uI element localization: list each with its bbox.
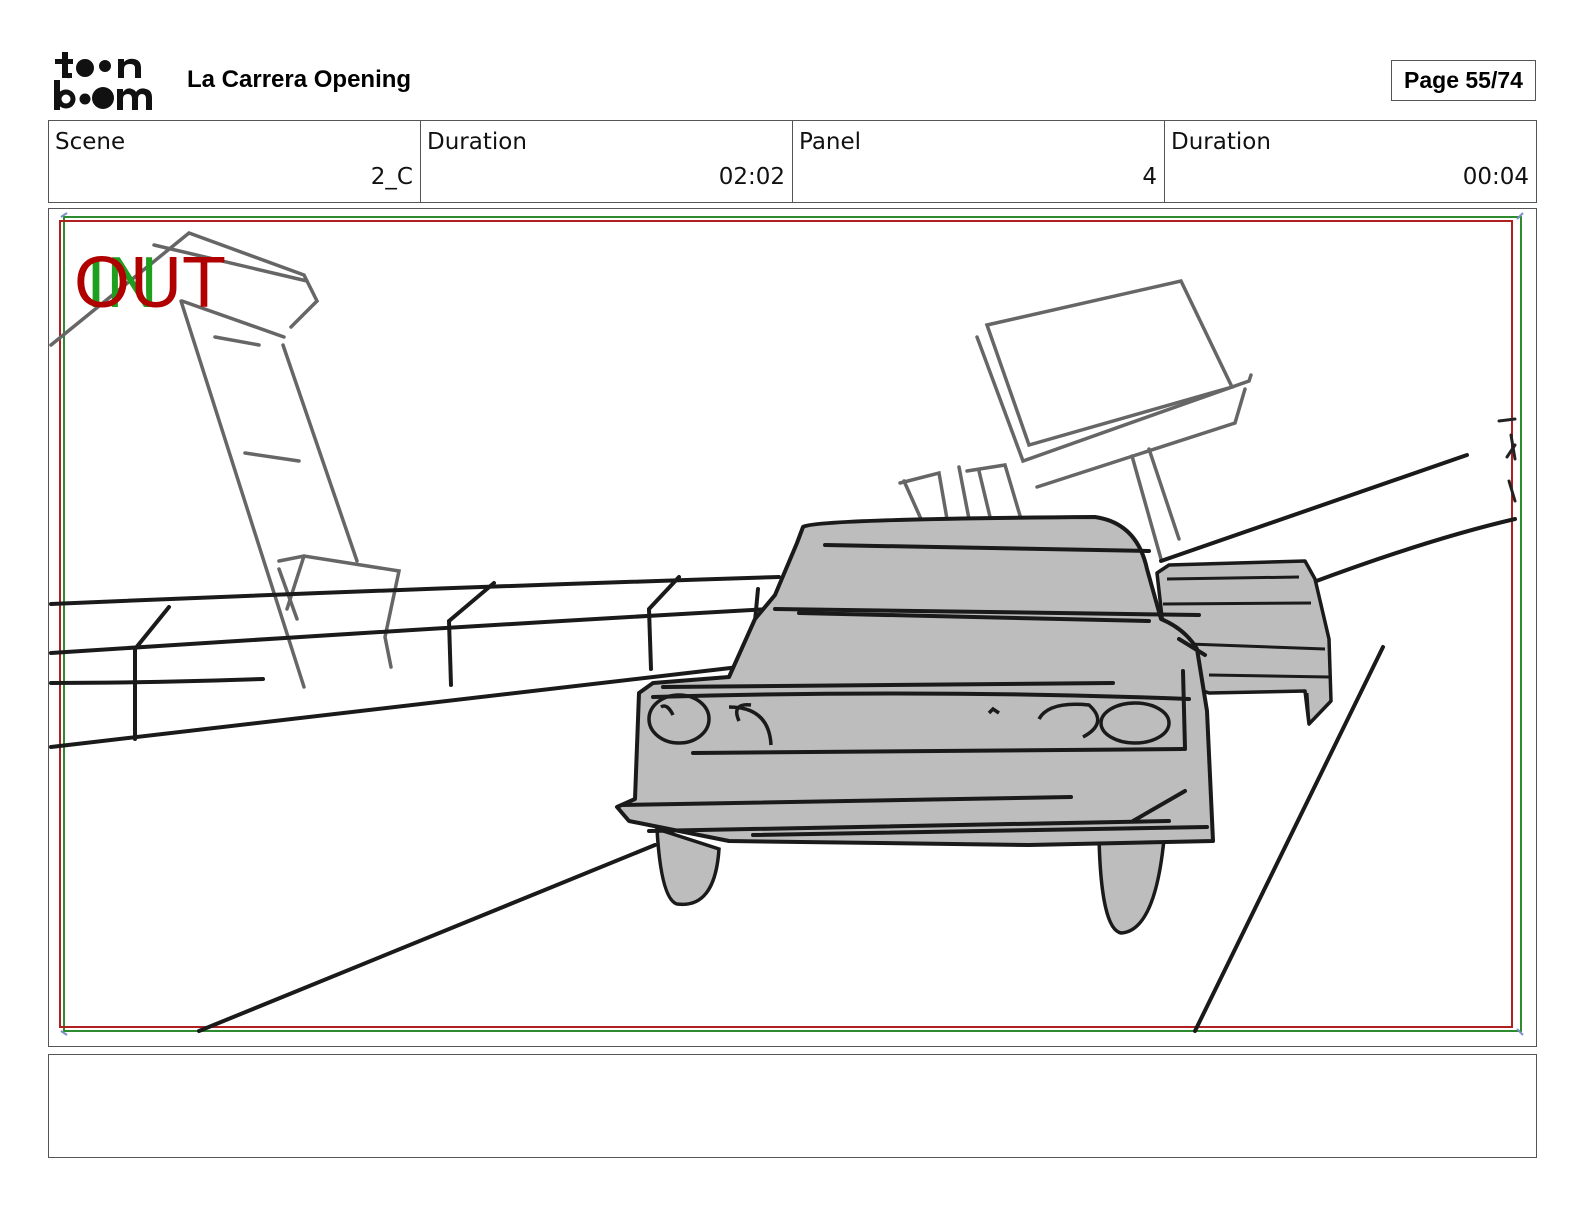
scene-info-table: Scene 2_C Duration 02:02 Panel 4 Duratio… xyxy=(48,120,1537,203)
panel-duration-value: 00:04 xyxy=(1462,164,1529,190)
scene-label: Scene xyxy=(55,129,126,155)
scene-duration-cell: Duration 02:02 xyxy=(421,121,793,202)
page-indicator: Page 55/74 xyxy=(1391,60,1536,101)
panel-notes-box xyxy=(48,1054,1537,1158)
panel-duration-cell: Duration 00:04 xyxy=(1165,121,1536,202)
panel-duration-label: Duration xyxy=(1171,129,1271,155)
document-title: La Carrera Opening xyxy=(187,66,412,93)
toon-boom-logo xyxy=(52,50,164,112)
panel-label: Panel xyxy=(799,129,862,155)
safe-out-label: OUT xyxy=(74,243,226,323)
scene-duration-value: 02:02 xyxy=(718,164,785,190)
panel-sketch: IN OUT xyxy=(49,212,1524,1036)
scene-duration-label: Duration xyxy=(427,129,527,155)
storyboard-panel: IN OUT xyxy=(48,208,1537,1047)
panel-value: 4 xyxy=(1142,164,1157,190)
scene-value: 2_C xyxy=(370,164,413,190)
panel-cell: Panel 4 xyxy=(793,121,1165,202)
scene-cell: Scene 2_C xyxy=(49,121,421,202)
